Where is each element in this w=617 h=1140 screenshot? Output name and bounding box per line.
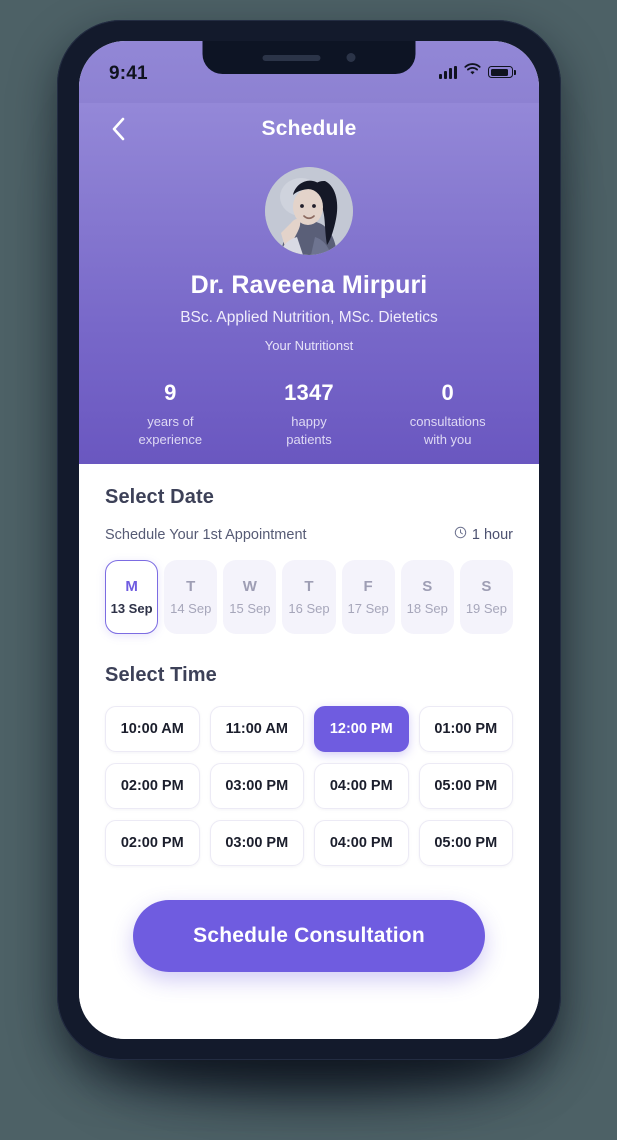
date-chip-18-sep[interactable]: S 18 Sep — [400, 560, 454, 635]
stat-years-experience: 9 years of experience — [101, 380, 240, 448]
avatar — [265, 167, 353, 255]
time-slot[interactable]: 11:00 AM — [209, 706, 304, 753]
date-chip-dayofweek: S — [422, 578, 433, 596]
date-chip-date: 13 Sep — [110, 601, 153, 617]
front-camera — [346, 53, 356, 62]
time-slot[interactable]: 05:00 PM — [418, 763, 513, 810]
signal-bars-icon — [439, 65, 457, 79]
speaker-grille — [262, 54, 321, 61]
status-bar-time: 9:41 — [109, 63, 148, 84]
date-chip-15-sep[interactable]: W 15 Sep — [223, 560, 277, 635]
status-bar-icons — [439, 63, 516, 81]
date-chip-dayofweek: F — [363, 578, 373, 596]
time-slot[interactable]: 04:00 PM — [314, 820, 409, 867]
date-chip-13-sep[interactable]: M 13 Sep — [105, 560, 159, 635]
stat-value: 9 — [164, 380, 177, 405]
stat-label: years of experience — [138, 414, 203, 447]
back-button[interactable] — [101, 112, 135, 146]
date-chip-16-sep[interactable]: T 16 Sep — [282, 560, 336, 635]
time-slot[interactable]: 12:00 PM — [314, 706, 409, 753]
date-chip-date: 18 Sep — [406, 601, 448, 617]
phone-screen: 9:41 Schedule Dr. Raveena Mirpuri BSc. A… — [79, 41, 539, 1039]
appointment-info-row: Schedule Your 1st Appointment 1 hour — [105, 526, 513, 543]
date-chip-date: 19 Sep — [465, 601, 508, 617]
date-chip-date: 15 Sep — [229, 601, 271, 617]
stat-value: 0 — [441, 380, 454, 405]
appointment-subtitle: Schedule Your 1st Appointment — [105, 526, 307, 543]
duration-label: 1 hour — [471, 526, 513, 543]
date-chip-17-sep[interactable]: F 17 Sep — [341, 560, 395, 635]
doctor-role: Your Nutritionst — [264, 338, 354, 353]
wifi-icon — [464, 63, 481, 81]
date-chip-dayofweek: S — [481, 578, 492, 596]
time-slot[interactable]: 01:00 PM — [418, 706, 513, 753]
select-date-title: Select Date — [105, 486, 214, 509]
date-chip-dayofweek: M — [125, 578, 138, 596]
date-chip-date: 17 Sep — [347, 601, 389, 617]
status-bar: 9:41 — [79, 41, 539, 103]
clock-icon — [454, 526, 467, 543]
stat-value: 1347 — [284, 380, 334, 405]
time-slot[interactable]: 03:00 PM — [209, 820, 304, 867]
appointment-duration: 1 hour — [454, 526, 513, 543]
schedule-consultation-button[interactable]: Schedule Consultation — [133, 900, 485, 973]
date-chip-dayofweek: W — [242, 578, 257, 596]
avatar-illustration — [265, 167, 353, 255]
device-notch — [202, 41, 416, 74]
avatar-container — [79, 167, 539, 255]
battery-icon — [488, 66, 516, 78]
date-chip-dayofweek: T — [186, 578, 196, 596]
date-chip-19-sep[interactable]: S 19 Sep — [459, 560, 513, 635]
time-slot-grid[interactable]: 10:00 AM 11:00 AM 12:00 PM 01:00 PM 02:00 PM… — [105, 706, 513, 867]
stats-row: 9 years of experience 1347 happy patients … — [79, 380, 539, 448]
doctor-name: Dr. Raveena Mirpuri — [190, 271, 428, 299]
date-chip-dayofweek: T — [304, 578, 314, 596]
time-slot[interactable]: 04:00 PM — [314, 763, 409, 810]
stat-label: happy patients — [286, 414, 332, 447]
time-slot[interactable]: 02:00 PM — [105, 763, 200, 810]
time-slot[interactable]: 05:00 PM — [418, 820, 513, 867]
navigation-bar: Schedule — [79, 103, 539, 155]
time-slot[interactable]: 02:00 PM — [105, 820, 200, 867]
booking-sheet: Select Date Schedule Your 1st Appointmen… — [79, 464, 539, 1039]
profile-header: Schedule Dr. Raveena Mirpuri BSc. Applie… — [79, 103, 539, 465]
chevron-left-icon — [111, 117, 125, 141]
stat-happy-patients: 1347 happy patients — [240, 380, 379, 448]
date-selector[interactable]: M 13 Sep T 14 Sep W 15 Sep T 16 Sep F 17 Sep S 18 S… — [105, 560, 513, 635]
doctor-degrees: BSc. Applied Nutrition, MSc. Dietetics — [180, 309, 438, 326]
phone-frame: 9:41 Schedule Dr. Raveena Mirpuri BSc. A… — [57, 20, 561, 1060]
date-chip-date: 14 Sep — [170, 601, 212, 617]
page-title: Schedule — [261, 117, 357, 140]
time-slot[interactable]: 03:00 PM — [209, 763, 304, 810]
select-time-title: Select Time — [105, 664, 217, 687]
time-slot[interactable]: 10:00 AM — [105, 706, 200, 753]
stat-label: consultations with you — [409, 414, 486, 447]
date-chip-14-sep[interactable]: T 14 Sep — [164, 560, 218, 635]
date-chip-date: 16 Sep — [288, 601, 330, 617]
cta-container: Schedule Consultation — [105, 900, 513, 973]
stat-consultations-with-you: 0 consultations with you — [378, 380, 517, 448]
